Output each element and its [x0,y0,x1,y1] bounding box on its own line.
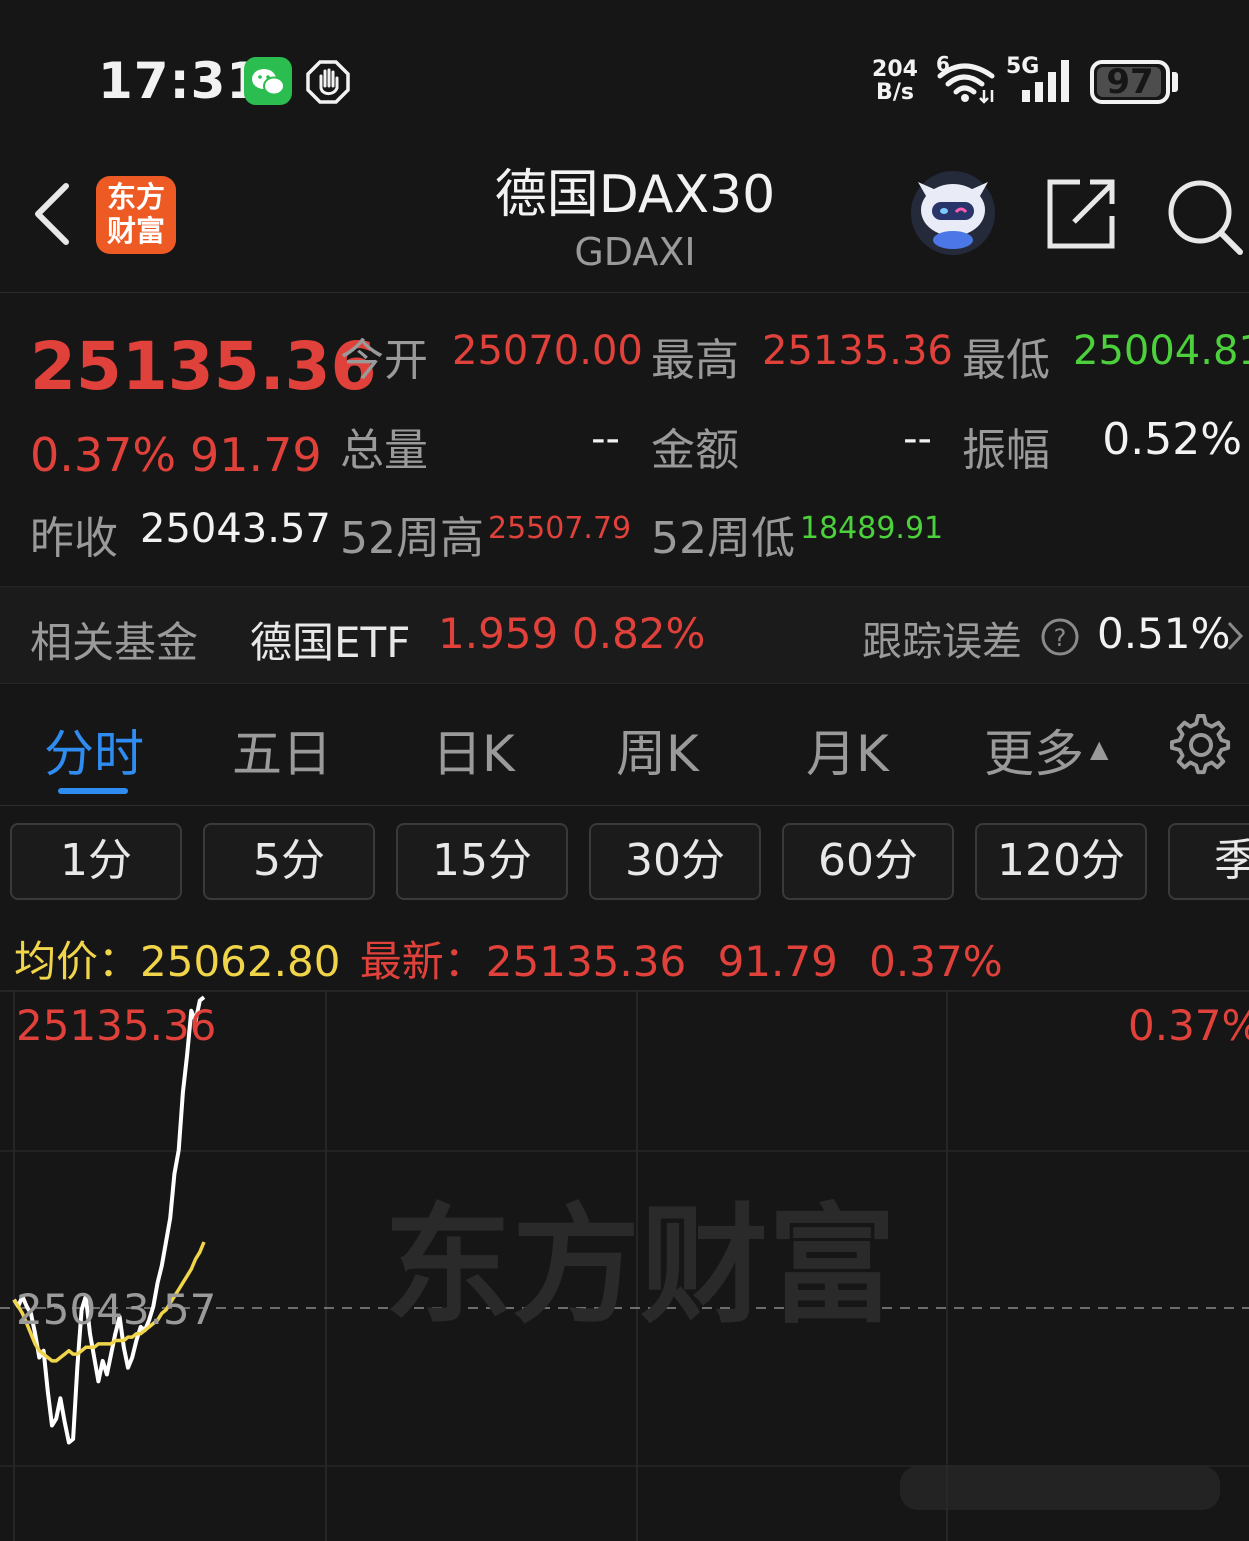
tab-intraday[interactable]: 分时 [44,714,144,786]
week52-low-value: 18489.91 [800,511,944,546]
status-time: 17:31 [98,52,263,110]
chart-baseline-label: 25043.57 [16,1285,216,1334]
tab-weekly-k[interactable]: 周K [616,714,699,786]
battery-icon: 97 [1090,60,1170,104]
share-icon[interactable] [1042,176,1118,252]
back-icon[interactable] [28,180,74,248]
chart-series-layer [12,995,206,1445]
last-price: 25135.36 [30,328,377,405]
fund-name[interactable]: 德国ETF [250,609,410,670]
week52-low-label: 52周低 [651,513,795,564]
related-fund-bar[interactable]: 相关基金 德国ETF 1.959 0.82% 跟踪误差 ? 0.51% [0,586,1249,684]
tab-more[interactable]: 更多 ▲ [984,714,1108,786]
latest-label: 最新： [359,937,486,986]
fund-change: 0.82% [572,609,706,658]
svg-text:?: ? [1054,624,1067,652]
wifi-badge: 6 [936,52,950,76]
chart-top-price-label: 25135.36 [16,1001,216,1050]
tracking-error-value: 0.51% [1097,609,1231,658]
app-logo[interactable]: 东方 财富 [96,176,176,254]
chevron-right-icon[interactable] [1226,619,1244,653]
latest-change: 91.79 [717,937,838,986]
price-line [12,995,206,1445]
change-value: 91.79 [190,428,322,482]
tracking-error-label: 跟踪误差 [862,619,1022,665]
amplitude-value: 0.52% [1102,414,1242,465]
related-fund-label: 相关基金 [30,618,199,667]
amount-value: -- [903,416,932,462]
battery-level: 97 [1106,62,1154,102]
intraday-chart[interactable]: 东方财富 25135.36 0.37% 25043.57 [0,990,1249,1541]
active-tab-underline [58,788,128,794]
high-value: 25135.36 [762,328,953,374]
logo-line2: 财富 [106,214,165,248]
signal-icon: 5G [1006,54,1078,106]
logo-line1: 东方 [106,180,165,214]
page-title: 德国DAX30 [494,165,776,225]
wechat-icon [244,57,292,105]
chart-legend: 均价：25062.80 最新：25135.36 91.79 0.37% [14,928,1003,989]
caret-up-icon: ▲ [1090,735,1109,763]
low-value: 25004.81 [1073,328,1249,374]
header-divider [0,292,1249,293]
latest-percent: 0.37% [869,937,1003,986]
tab-daily-k[interactable]: 日K [432,714,515,786]
tab-more-label: 更多 [984,725,1084,783]
volume-value: -- [591,416,620,462]
change-percent: 0.37% [30,428,177,482]
amount-label: 金额 [651,425,739,476]
amplitude-label: 振幅 [962,425,1050,476]
open-label: 今开 [340,335,428,386]
chip-5min[interactable]: 5分 [203,823,375,900]
settings-gear-icon[interactable] [1169,713,1232,776]
help-icon[interactable]: ? [1040,617,1080,657]
high-label: 最高 [651,335,739,386]
battery-tip [1172,72,1178,92]
prev-close-value: 25043.57 [140,506,331,552]
tabs-divider [0,805,1249,806]
wifi-icon: 6 [934,52,998,106]
hand-icon [304,58,352,106]
week52-high-label: 52周高 [340,513,484,564]
chip-120min[interactable]: 120分 [975,823,1147,900]
search-icon[interactable] [1164,176,1244,256]
tab-monthly-k[interactable]: 月K [806,714,889,786]
chip-1min[interactable]: 1分 [10,823,182,900]
tab-five-day[interactable]: 五日 [232,714,332,786]
chip-15min[interactable]: 15分 [396,823,568,900]
avg-price-label: 均价： [14,937,141,986]
open-value: 25070.00 [452,328,643,374]
chart-top-pct-label: 0.37% [1128,1001,1249,1050]
low-label: 最低 [962,335,1050,386]
latest-value: 25135.36 [485,937,687,986]
chip-30min[interactable]: 30分 [589,823,761,900]
avg-price-value: 25062.80 [140,937,341,986]
prev-close-label: 昨收 [30,513,118,564]
chart-corner-blur [900,1466,1220,1510]
network-speed: 204 B/s [872,57,918,105]
week52-high-value: 25507.79 [488,511,632,546]
chart-watermark: 东方财富 [384,1192,896,1341]
page-subtitle: GDAXI [574,230,696,274]
chip-60min[interactable]: 60分 [782,823,954,900]
robot-avatar[interactable] [910,170,996,256]
cell-badge: 5G [1006,54,1040,79]
chip-quarter[interactable]: 季 [1168,823,1249,900]
fund-price: 1.959 [438,609,559,658]
volume-label: 总量 [340,425,428,476]
